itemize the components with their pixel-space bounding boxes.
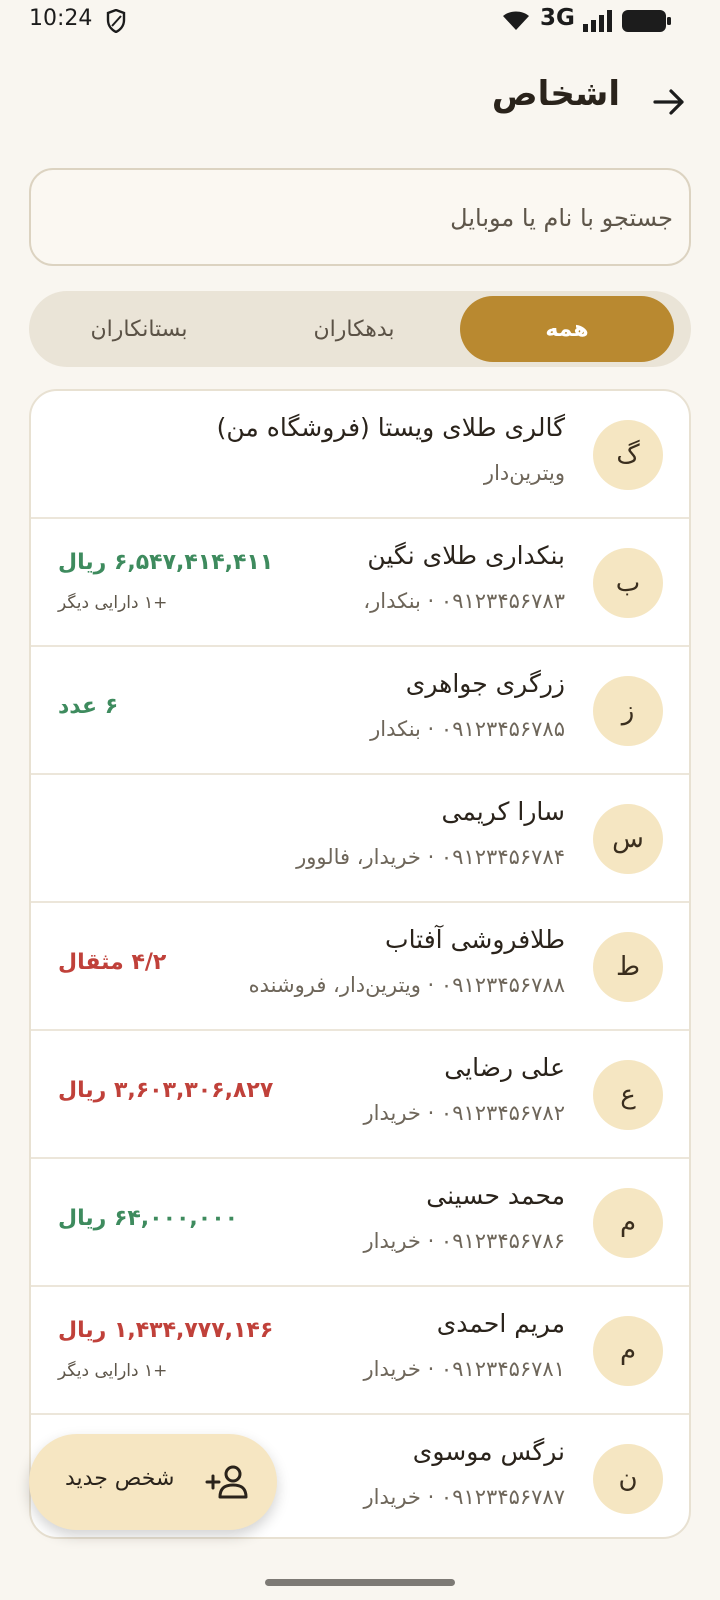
person-name: بنکداری طلای نگین	[367, 541, 565, 570]
avatar: م	[593, 1188, 663, 1258]
page-title: اشخاص	[491, 74, 620, 114]
list-item[interactable]: ب بنکداری طلای نگین ۰۹۱۲۳۴۵۶۷۸۳ · بنکدار…	[31, 519, 689, 647]
balance-amount: ۶۴,۰۰۰,۰۰۰ ریال	[58, 1206, 239, 1231]
person-subtitle: ۰۹۱۲۳۴۵۶۷۸۵ · بنکدار	[370, 717, 565, 741]
list-item[interactable]: گ گالری طلای ویستا (فروشگاه من) ویترین‌د…	[31, 391, 689, 519]
tab-debtors[interactable]: بدهکاران	[249, 296, 459, 362]
list-item[interactable]: ط طلافروشی آفتاب ۰۹۱۲۳۴۵۶۷۸۸ · ویترین‌دا…	[31, 903, 689, 1031]
tab-creditors[interactable]: بستانکاران	[34, 296, 244, 362]
person-name: نرگس موسوی	[412, 1437, 565, 1466]
balance-amount: ۱,۴۳۴,۷۷۷,۱۴۶ ریال	[58, 1318, 274, 1343]
extra-assets-note: +۱ دارایی دیگر	[58, 593, 168, 613]
balance-amount: ۴/۲ مثقال	[58, 950, 167, 975]
balance-amount: ۳,۶۰۳,۳۰۶,۸۲۷ ریال	[58, 1078, 274, 1103]
extra-assets-note: +۱ دارایی دیگر	[58, 1361, 168, 1381]
filter-tabs: بستانکاران بدهکاران همه	[29, 291, 691, 367]
person-subtitle: ویترین‌دار	[483, 461, 565, 485]
avatar: م	[593, 1316, 663, 1386]
avatar: گ	[593, 420, 663, 490]
avatar: ط	[593, 932, 663, 1002]
app-header: اشخاص	[0, 70, 720, 130]
person-subtitle: ۰۹۱۲۳۴۵۶۷۸۲ · خریدار	[363, 1101, 565, 1125]
battery-icon	[622, 10, 671, 32]
list-item[interactable]: م مریم احمدی ۰۹۱۲۳۴۵۶۷۸۱ · خریدار ۱,۴۳۴,…	[31, 1287, 689, 1415]
person-subtitle: ۰۹۱۲۳۴۵۶۷۸۳ · بنکدار،	[363, 589, 565, 613]
person-subtitle: ۰۹۱۲۳۴۵۶۷۸۱ · خریدار	[363, 1357, 565, 1381]
add-person-button[interactable]: شخص جدید	[29, 1434, 277, 1530]
avatar: س	[593, 804, 663, 874]
back-arrow-icon[interactable]	[649, 82, 689, 122]
status-time: 10:24	[29, 6, 93, 31]
person-name: محمد حسینی	[426, 1181, 565, 1210]
shield-icon	[106, 9, 126, 33]
avatar: ز	[593, 676, 663, 746]
person-name: مریم احمدی	[436, 1309, 565, 1338]
list-item[interactable]: س سارا کریمی ۰۹۱۲۳۴۵۶۷۸۴ · خریدار، فالوو…	[31, 775, 689, 903]
person-subtitle: ۰۹۱۲۳۴۵۶۷۸۶ · خریدار	[363, 1229, 565, 1253]
person-name: طلافروشی آفتاب	[385, 925, 565, 954]
gesture-bar	[265, 1579, 455, 1586]
person-subtitle: ۰۹۱۲۳۴۵۶۷۸۷ · خریدار	[363, 1485, 565, 1509]
person-name: زرگری جواهری	[405, 669, 565, 698]
network-type: 3G	[540, 5, 575, 31]
person-name: علی رضایی	[444, 1053, 565, 1082]
list-item[interactable]: ز زرگری جواهری ۰۹۱۲۳۴۵۶۷۸۵ · بنکدار ۶ عد…	[31, 647, 689, 775]
avatar: ع	[593, 1060, 663, 1130]
balance-amount: ۶,۵۴۷,۴۱۴,۴۱۱ ریال	[58, 550, 274, 575]
signal-icon	[583, 10, 612, 32]
add-person-label: شخص جدید	[65, 1466, 175, 1491]
person-subtitle: ۰۹۱۲۳۴۵۶۷۸۸ · ویترین‌دار، فروشنده	[248, 973, 565, 997]
list-item[interactable]: ع علی رضایی ۰۹۱۲۳۴۵۶۷۸۲ · خریدار ۳,۶۰۳,۳…	[31, 1031, 689, 1159]
search-input[interactable]	[51, 170, 675, 266]
person-name: گالری طلای ویستا (فروشگاه من)	[216, 413, 565, 442]
list-item[interactable]: م محمد حسینی ۰۹۱۲۳۴۵۶۷۸۶ · خریدار ۶۴,۰۰۰…	[31, 1159, 689, 1287]
wifi-icon	[503, 11, 529, 30]
balance-amount: ۶ عدد	[58, 694, 119, 719]
person-name: سارا کریمی	[441, 797, 565, 826]
avatar: ب	[593, 548, 663, 618]
tab-all[interactable]: همه	[460, 296, 674, 362]
add-person-icon	[205, 1465, 248, 1499]
person-subtitle: ۰۹۱۲۳۴۵۶۷۸۴ · خریدار، فالوور	[296, 845, 565, 869]
status-bar: 10:24 3G	[0, 0, 720, 44]
avatar: ن	[593, 1444, 663, 1514]
people-list: گ گالری طلای ویستا (فروشگاه من) ویترین‌د…	[29, 389, 691, 1539]
search-box	[29, 168, 691, 266]
